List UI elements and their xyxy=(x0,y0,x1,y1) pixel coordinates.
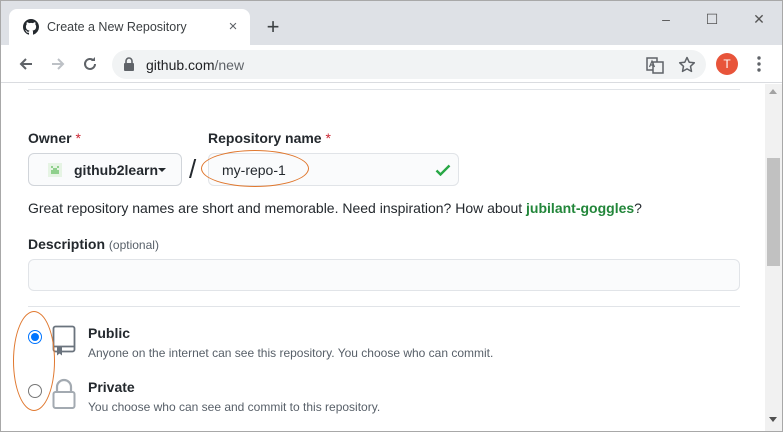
repo-name-label: Repository name * xyxy=(208,130,331,146)
hint-text: Great repository names are short and mem… xyxy=(28,200,527,216)
top-divider xyxy=(28,89,740,90)
url-text: github.com/new xyxy=(146,57,244,73)
repo-name-label-text: Repository name xyxy=(208,130,322,146)
star-icon[interactable] xyxy=(677,55,697,75)
url-host: github.com xyxy=(146,57,215,73)
repo-name-hint: Great repository names are short and mem… xyxy=(28,200,642,216)
forward-button[interactable] xyxy=(47,53,69,75)
reload-button[interactable] xyxy=(79,53,101,75)
maximize-icon[interactable]: ☐ xyxy=(700,9,724,29)
public-description: Anyone on the internet can see this repo… xyxy=(88,346,494,360)
scrollbar-thumb[interactable] xyxy=(767,158,780,266)
scroll-down-arrow-icon[interactable] xyxy=(769,417,777,422)
kebab-menu-icon[interactable] xyxy=(751,55,767,73)
browser-window: Create a New Repository × + – ☐ ✕ github… xyxy=(0,0,783,432)
annotation-ellipse-repo-name xyxy=(201,150,309,187)
owner-repo-separator: / xyxy=(189,154,197,184)
section-divider xyxy=(28,306,740,307)
new-tab-icon[interactable]: + xyxy=(263,16,283,38)
lock-icon xyxy=(52,378,76,409)
vertical-scrollbar[interactable] xyxy=(765,84,782,431)
description-label: Description (optional) xyxy=(28,236,159,252)
profile-avatar[interactable]: T xyxy=(716,53,738,75)
public-title: Public xyxy=(88,325,131,341)
description-input[interactable] xyxy=(28,259,740,291)
lock-icon xyxy=(124,57,134,71)
minimize-icon[interactable]: – xyxy=(654,9,678,29)
description-label-text: Description xyxy=(28,236,106,252)
owner-label: Owner * xyxy=(28,130,81,146)
forward-arrow-icon xyxy=(52,58,65,70)
optional-tag: (optional) xyxy=(108,238,159,252)
address-bar[interactable]: github.com/new xyxy=(112,50,706,79)
annotation-ellipse-visibility xyxy=(13,311,55,411)
required-mark: * xyxy=(75,130,81,146)
close-window-icon[interactable]: ✕ xyxy=(747,9,771,29)
check-icon xyxy=(435,164,451,176)
repo-book-icon xyxy=(52,325,76,356)
github-favicon-icon xyxy=(23,19,39,35)
translate-icon[interactable] xyxy=(646,56,664,74)
required-mark: * xyxy=(325,130,331,146)
reload-icon xyxy=(84,57,96,70)
owner-label-text: Owner xyxy=(28,130,72,146)
owner-avatar-icon xyxy=(48,163,62,177)
tab-strip: Create a New Repository × + – ☐ ✕ xyxy=(1,1,782,45)
owner-select-button[interactable]: github2learn xyxy=(28,153,182,186)
private-title: Private xyxy=(88,379,135,395)
tab-title: Create a New Repository xyxy=(47,20,187,34)
hint-end: ? xyxy=(634,200,642,216)
private-description: You choose who can see and commit to thi… xyxy=(88,400,381,414)
browser-toolbar: github.com/new T xyxy=(1,45,782,83)
url-path: /new xyxy=(214,57,245,73)
scroll-up-arrow-icon[interactable] xyxy=(769,89,777,94)
tab-create-repository[interactable]: Create a New Repository × xyxy=(9,9,250,45)
page-content: Owner * Repository name * github2learn /… xyxy=(1,84,765,431)
owner-name: github2learn xyxy=(74,162,159,178)
chevron-down-icon xyxy=(158,168,166,172)
back-button[interactable] xyxy=(15,53,37,75)
suggestion-link[interactable]: jubilant-goggles xyxy=(526,200,634,216)
back-arrow-icon xyxy=(19,58,32,70)
tab-close-icon[interactable]: × xyxy=(224,18,242,36)
